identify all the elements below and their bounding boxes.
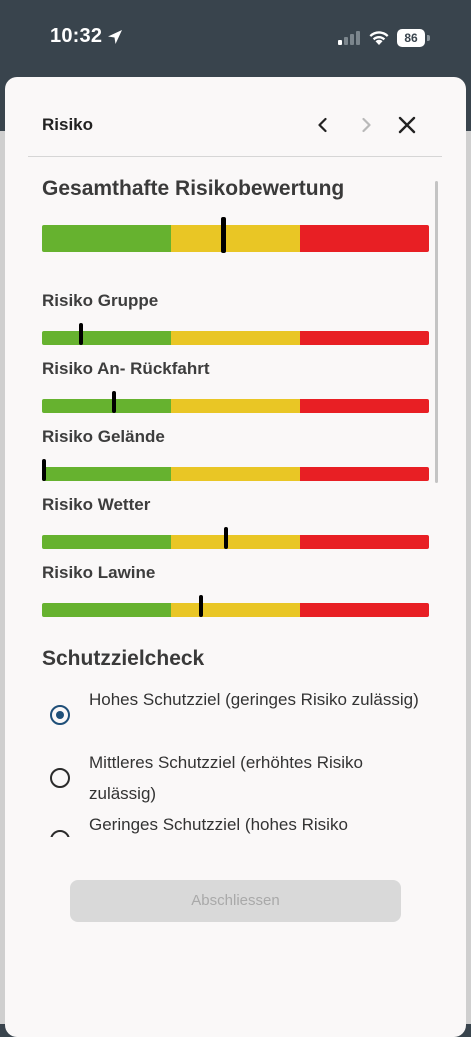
overall-risk-bar — [42, 217, 429, 253]
abschliessen-button[interactable]: Abschliessen — [70, 880, 401, 922]
risk-label-gruppe: Risiko Gruppe — [42, 291, 159, 310]
risk-scale-low — [42, 467, 171, 481]
risk-scale-low — [42, 399, 171, 413]
risk-bar-lawine — [42, 595, 429, 617]
chevron-left-icon[interactable] — [309, 111, 337, 139]
schutzziel-title: Schutzzielcheck — [42, 647, 205, 670]
cellular-signal-icon — [338, 31, 360, 45]
risk-marker-gelaende — [42, 459, 46, 481]
risk-label-wetter: Risiko Wetter — [42, 495, 151, 514]
risk-marker-gruppe — [78, 323, 83, 345]
scrollbar[interactable] — [435, 181, 438, 483]
risk-bar-gruppe — [42, 323, 429, 345]
schutzziel-option-gering[interactable]: Geringes Schutzziel (hohes Risiko — [50, 809, 430, 837]
risk-scale-low — [42, 603, 171, 617]
radio-button[interactable] — [50, 705, 70, 725]
risk-scale-medium — [171, 467, 300, 481]
schutzziel-option-hoch[interactable]: Hohes Schutzziel (geringes Risiko zuläss… — [50, 684, 430, 746]
battery-tip — [427, 35, 430, 41]
risk-bar-gelaende — [42, 459, 429, 481]
risk-scale-high — [300, 603, 429, 617]
battery-indicator: 86 — [397, 29, 431, 47]
risk-scale-low — [42, 535, 171, 549]
schutzziel-option-label: Geringes Schutzziel (hohes Risiko — [89, 815, 348, 834]
location-arrow-icon — [108, 30, 122, 44]
overall-risk-marker — [221, 217, 227, 253]
schutzziel-option-label: Hohes Schutzziel (geringes Risiko zuläss… — [89, 690, 419, 709]
risk-scale-low — [42, 225, 171, 252]
overall-risk-title: Gesamthafte Risikobewertung — [42, 177, 345, 200]
chevron-right-icon[interactable] — [352, 111, 380, 139]
risk-bar-wetter — [42, 527, 429, 549]
status-bar: 10:32 86 — [0, 0, 471, 78]
risk-marker-anfahrt — [111, 391, 116, 413]
risk-scale-medium — [171, 225, 300, 252]
risk-label-lawine: Risiko Lawine — [42, 563, 156, 582]
modal-header: Risiko — [5, 77, 466, 157]
risk-scale-medium — [171, 535, 300, 549]
radio-button[interactable] — [50, 830, 70, 837]
risk-scale-low — [42, 331, 171, 345]
modal-scroll-content[interactable]: Gesamthafte Risikobewertung Risiko Grupp… — [5, 157, 466, 837]
status-time: 10:32 — [50, 25, 103, 47]
battery-level: 86 — [397, 29, 425, 47]
close-icon[interactable] — [393, 111, 421, 139]
risk-scale-high — [300, 225, 429, 252]
risk-marker-lawine — [198, 595, 203, 617]
wifi-icon — [369, 31, 389, 45]
risk-scale-medium — [171, 399, 300, 413]
risk-scale-high — [300, 331, 429, 345]
risk-scale-high — [300, 535, 429, 549]
risk-scale-high — [300, 467, 429, 481]
risk-scale-high — [300, 399, 429, 413]
risk-scale-medium — [171, 331, 300, 345]
risk-label-anfahrt: Risiko An- Rückfahrt — [42, 359, 210, 378]
risk-scale-medium — [171, 603, 300, 617]
schutzziel-option-mittel[interactable]: Mittleres Schutzziel (erhöhtes Risiko zu… — [50, 747, 430, 809]
risk-bar-anfahrt — [42, 391, 429, 413]
risk-marker-wetter — [223, 527, 228, 549]
risk-label-gelaende: Risiko Gelände — [42, 427, 165, 446]
modal-title: Risiko — [42, 115, 94, 134]
risk-modal: Risiko Gesamthafte Risikobewertung Risik… — [5, 77, 466, 1037]
schutzziel-option-label: Mittleres Schutzziel (erhöhtes Risiko zu… — [89, 753, 363, 803]
radio-button[interactable] — [50, 768, 70, 788]
